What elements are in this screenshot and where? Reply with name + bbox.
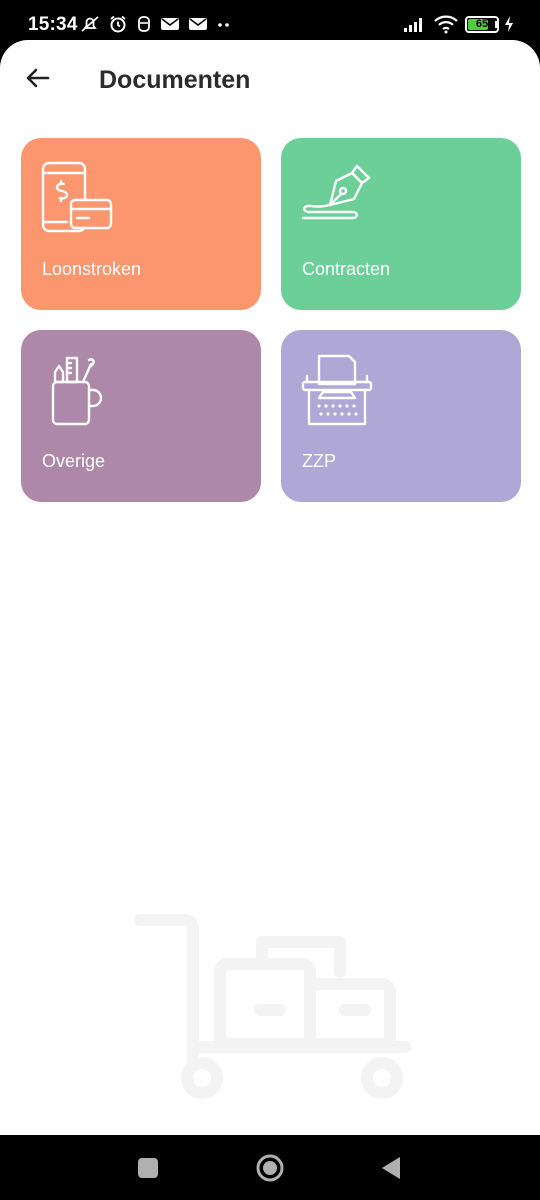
tile-contracten[interactable]: Contracten <box>281 138 521 310</box>
silent-icon <box>81 16 99 32</box>
mail-icon <box>161 18 179 30</box>
back-button[interactable] <box>22 62 54 94</box>
wifi-icon <box>434 15 458 34</box>
tile-label: Loonstroken <box>42 259 142 279</box>
recents-icon[interactable] <box>137 1157 159 1179</box>
charging-icon <box>505 16 513 32</box>
status-bar: 15:34 65 <box>0 0 540 44</box>
back-icon[interactable] <box>380 1155 402 1181</box>
tile-overige[interactable]: Overige <box>21 330 261 502</box>
documents-screen: Documenten Loonstroken Contracten Overig… <box>0 40 540 1135</box>
tile-label: Overige <box>42 451 106 471</box>
alarm-icon <box>110 15 126 33</box>
typewriter-icon <box>301 354 373 426</box>
header: Documenten <box>0 40 540 120</box>
phone-payment-icon <box>41 161 113 233</box>
luggage-cart-illustration <box>134 914 411 1099</box>
signal-icon <box>404 18 422 32</box>
tile-label: Contracten <box>302 259 391 279</box>
status-right-icons: 65 <box>403 14 514 34</box>
page-title: Documenten <box>99 66 251 94</box>
tile-loonstroken[interactable]: Loonstroken <box>21 138 261 310</box>
arrow-left-icon <box>26 68 50 88</box>
pen-signature-icon <box>301 164 371 220</box>
home-icon[interactable] <box>255 1153 285 1183</box>
status-left-icons <box>80 14 232 34</box>
mail-icon <box>189 18 207 30</box>
pencil-cup-icon <box>51 356 103 426</box>
notification-icon <box>138 16 150 32</box>
battery-level: 65 <box>475 18 489 30</box>
tile-zzp[interactable]: ZZP <box>281 330 521 502</box>
battery-icon: 65 <box>465 15 499 33</box>
tile-label: ZZP <box>302 451 336 471</box>
more-icon <box>218 23 229 27</box>
navigation-bar <box>0 1135 540 1200</box>
status-time: 15:34 <box>28 14 78 35</box>
